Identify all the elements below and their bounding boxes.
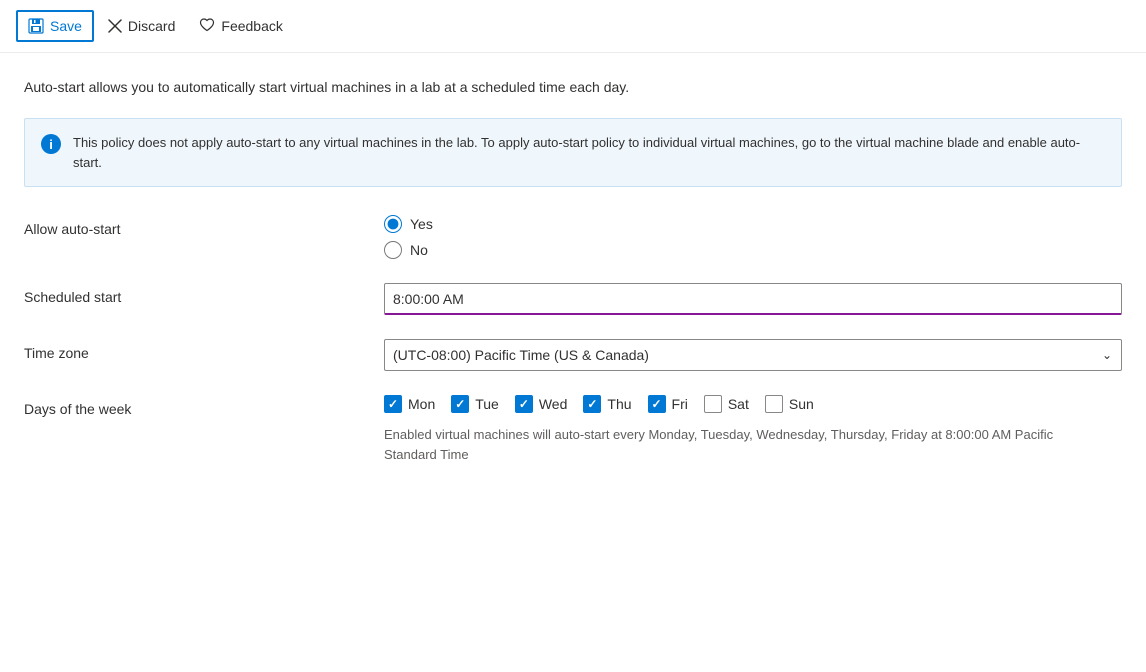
day-label-sat: Sat <box>728 396 749 412</box>
day-thu[interactable]: Thu <box>583 395 631 413</box>
checkbox-thu[interactable] <box>583 395 601 413</box>
heart-icon <box>199 17 215 36</box>
description: Auto-start allows you to automatically s… <box>24 77 1122 98</box>
checkbox-sun[interactable] <box>765 395 783 413</box>
info-text: This policy does not apply auto-start to… <box>73 133 1105 172</box>
time-zone-control: (UTC-08:00) Pacific Time (US & Canada) (… <box>384 339 1122 371</box>
day-tue[interactable]: Tue <box>451 395 499 413</box>
info-icon: i <box>41 134 61 154</box>
radio-no[interactable]: No <box>384 241 1122 259</box>
allow-autostart-control: Yes No <box>384 215 1122 259</box>
scheduled-start-row: Scheduled start <box>24 283 1122 315</box>
day-label-mon: Mon <box>408 396 435 412</box>
discard-label: Discard <box>128 18 175 34</box>
save-icon <box>28 18 44 34</box>
main-content: Auto-start allows you to automatically s… <box>0 53 1146 512</box>
info-banner: i This policy does not apply auto-start … <box>24 118 1122 187</box>
discard-icon <box>108 19 122 33</box>
day-mon[interactable]: Mon <box>384 395 435 413</box>
day-sat[interactable]: Sat <box>704 395 749 413</box>
day-wed[interactable]: Wed <box>515 395 568 413</box>
day-sun[interactable]: Sun <box>765 395 814 413</box>
radio-yes-input[interactable] <box>384 215 402 233</box>
checkbox-fri[interactable] <box>648 395 666 413</box>
days-of-week-label: Days of the week <box>24 395 384 417</box>
checkbox-mon[interactable] <box>384 395 402 413</box>
toolbar: Save Discard Feedback <box>0 0 1146 53</box>
summary-text: Enabled virtual machines will auto-start… <box>384 425 1084 464</box>
days-checkboxes: Mon Tue Wed Thu <box>384 395 1122 413</box>
scheduled-start-input[interactable] <box>384 283 1122 315</box>
day-label-thu: Thu <box>607 396 631 412</box>
days-of-week-control: Mon Tue Wed Thu <box>384 395 1122 464</box>
checkbox-tue[interactable] <box>451 395 469 413</box>
time-zone-select[interactable]: (UTC-08:00) Pacific Time (US & Canada) (… <box>384 339 1122 371</box>
feedback-button[interactable]: Feedback <box>189 11 292 42</box>
time-zone-row: Time zone (UTC-08:00) Pacific Time (US &… <box>24 339 1122 371</box>
day-label-wed: Wed <box>539 396 568 412</box>
day-label-sun: Sun <box>789 396 814 412</box>
radio-yes-label: Yes <box>410 216 433 232</box>
time-zone-wrapper: (UTC-08:00) Pacific Time (US & Canada) (… <box>384 339 1122 371</box>
day-label-tue: Tue <box>475 396 499 412</box>
allow-autostart-label: Allow auto-start <box>24 215 384 237</box>
day-fri[interactable]: Fri <box>648 395 688 413</box>
save-label: Save <box>50 18 82 34</box>
scheduled-start-control <box>384 283 1122 315</box>
day-label-fri: Fri <box>672 396 688 412</box>
discard-button[interactable]: Discard <box>98 12 185 40</box>
allow-autostart-row: Allow auto-start Yes No <box>24 215 1122 259</box>
radio-yes[interactable]: Yes <box>384 215 1122 233</box>
save-button[interactable]: Save <box>16 10 94 42</box>
days-of-week-row: Days of the week Mon Tue Wed <box>24 395 1122 464</box>
feedback-label: Feedback <box>221 18 282 34</box>
radio-no-label: No <box>410 242 428 258</box>
radio-group: Yes No <box>384 215 1122 259</box>
checkbox-wed[interactable] <box>515 395 533 413</box>
checkbox-sat[interactable] <box>704 395 722 413</box>
scheduled-start-label: Scheduled start <box>24 283 384 305</box>
radio-no-input[interactable] <box>384 241 402 259</box>
time-zone-label: Time zone <box>24 339 384 361</box>
